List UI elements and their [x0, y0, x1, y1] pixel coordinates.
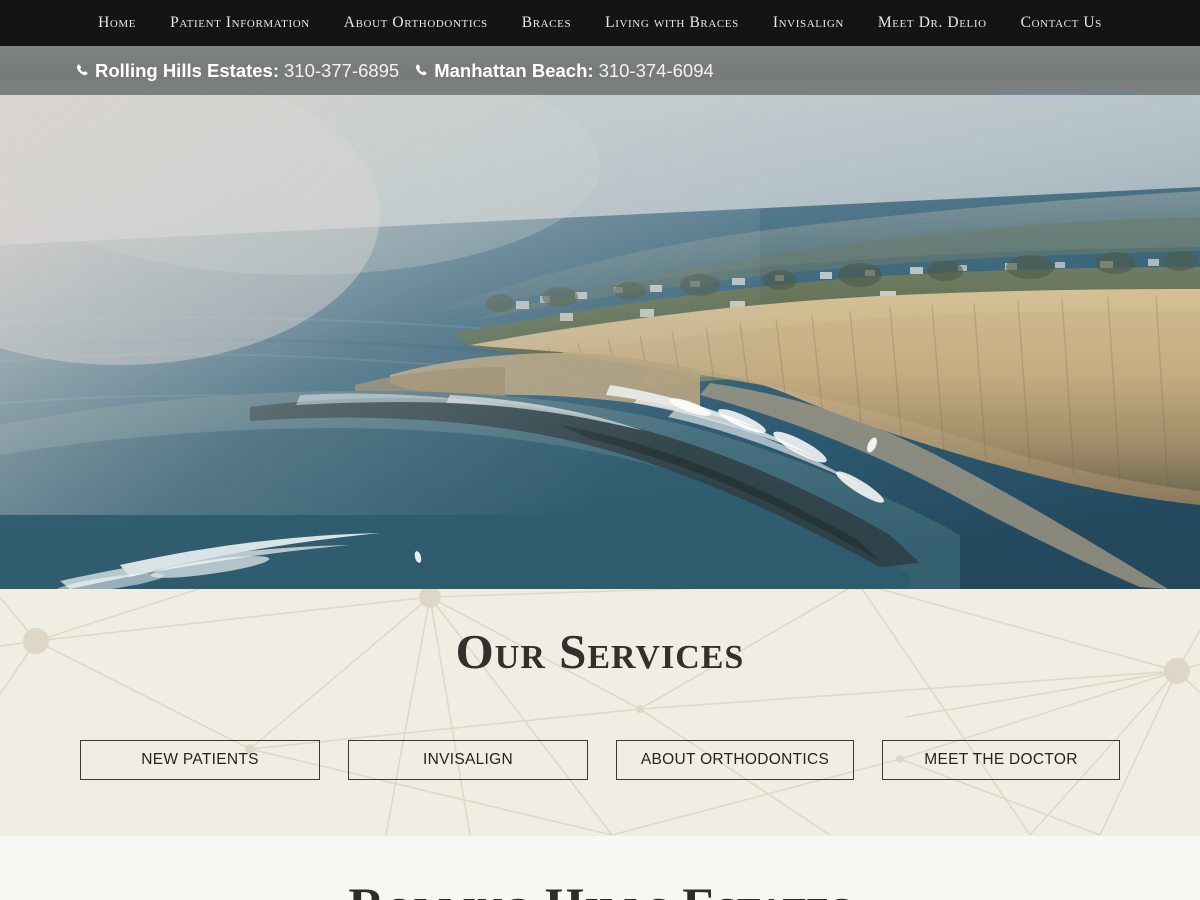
- service-button-row: NEW PATIENTS INVISALIGN ABOUT ORTHODONTI…: [0, 740, 1200, 780]
- nav-item-home[interactable]: Home: [81, 0, 153, 46]
- nav-item-living-with-braces[interactable]: Living with Braces: [588, 0, 756, 46]
- top-navigation-list: Home Patient Information About Orthodont…: [81, 0, 1119, 46]
- nav-item-invisalign[interactable]: Invisalign: [756, 0, 861, 46]
- phone-number-manhattan-beach: 310-374-6094: [598, 59, 714, 81]
- nav-item-contact-us[interactable]: Contact Us: [1004, 0, 1119, 46]
- our-services-section: Our Services NEW PATIENTS INVISALIGN ABO…: [0, 589, 1200, 836]
- service-button-invisalign[interactable]: INVISALIGN: [348, 740, 588, 780]
- phone-link-manhattan-beach[interactable]: Manhattan Beach: 310-374-6094: [415, 60, 714, 82]
- phone-link-rolling-hills-estates[interactable]: Rolling Hills Estates: 310-377-6895: [76, 60, 399, 82]
- phone-icon: [415, 62, 429, 79]
- service-button-meet-the-doctor[interactable]: MEET THE DOCTOR: [882, 740, 1120, 780]
- hero-image: [0, 95, 1200, 589]
- location-section: Rolling Hills Estates: [0, 836, 1200, 900]
- service-button-about-orthodontics[interactable]: ABOUT ORTHODONTICS: [616, 740, 854, 780]
- phone-number-group: Rolling Hills Estates: 310-377-6895 Manh…: [76, 60, 714, 82]
- phone-label-manhattan-beach: Manhattan Beach:: [434, 59, 594, 81]
- phone-contact-bar: Rolling Hills Estates: 310-377-6895 Manh…: [0, 46, 1200, 139]
- page-title: Our Services: [455, 624, 745, 679]
- top-navigation-bar: Home Patient Information About Orthodont…: [0, 0, 1200, 46]
- nav-item-braces[interactable]: Braces: [505, 0, 588, 46]
- service-button-new-patients[interactable]: NEW PATIENTS: [80, 740, 320, 780]
- nav-item-about-orthodontics[interactable]: About Orthodontics: [327, 0, 505, 46]
- phone-label-rolling-hills-estates: Rolling Hills Estates:: [95, 59, 280, 81]
- nav-item-meet-dr-delio[interactable]: Meet Dr. Delio: [861, 0, 1004, 46]
- page-root: Home Patient Information About Orthodont…: [0, 0, 1200, 900]
- phone-icon: [76, 62, 90, 79]
- services-content: Our Services NEW PATIENTS INVISALIGN ABO…: [0, 589, 1200, 836]
- location-section-title: Rolling Hills Estates: [0, 880, 1200, 900]
- phone-number-rolling-hills-estates: 310-377-6895: [284, 59, 400, 81]
- nav-item-patient-information[interactable]: Patient Information: [153, 0, 327, 46]
